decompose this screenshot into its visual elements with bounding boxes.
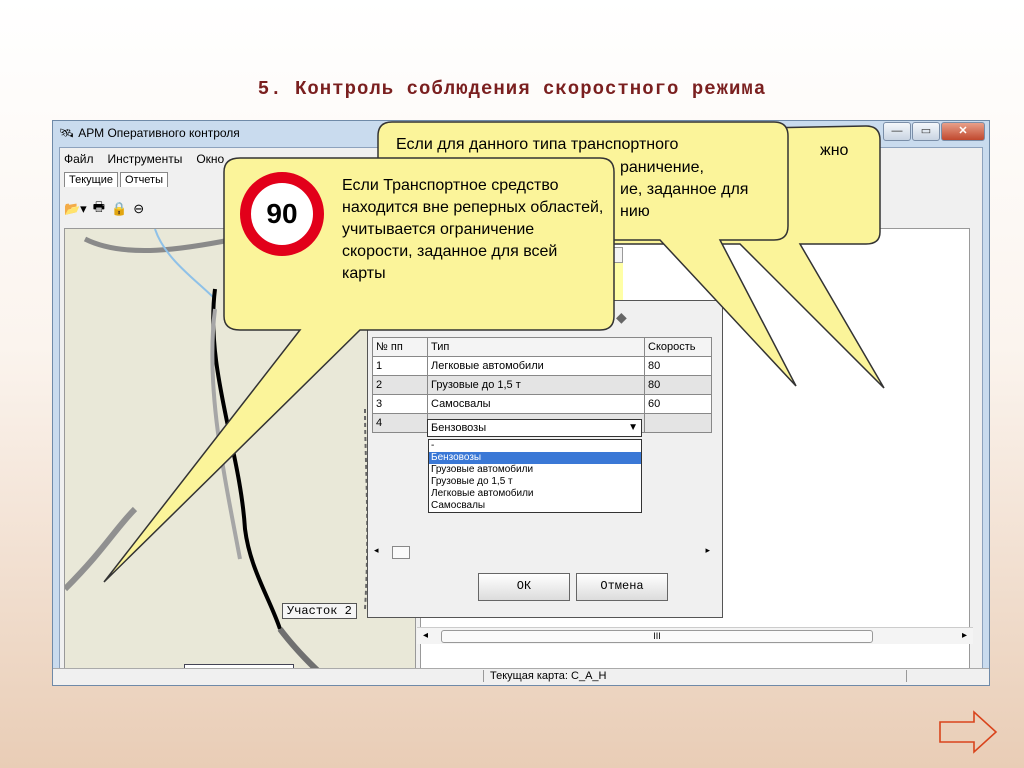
scroll-left-icon[interactable]: ◂ xyxy=(374,545,379,556)
menu-file[interactable]: Файл xyxy=(64,152,94,166)
window-controls: — ▭ ✕ xyxy=(883,122,985,141)
scroll-right-icon[interactable]: ▸ xyxy=(705,545,710,556)
eraser-icon[interactable]: ◆ xyxy=(616,309,627,326)
menubar: Файл Инструменты Окно xyxy=(64,152,224,166)
tab-current[interactable]: Текущие xyxy=(64,172,118,187)
scroll-thumb[interactable] xyxy=(392,546,410,559)
chevron-down-icon[interactable]: ▼ xyxy=(628,420,638,436)
callout-middle-line-2: раничение, xyxy=(620,159,704,176)
callout-middle-line-4: нию xyxy=(620,203,650,220)
next-slide-button[interactable] xyxy=(936,708,1000,758)
minimize-button[interactable]: — xyxy=(883,122,911,141)
zoom-out-icon[interactable]: ⊖ xyxy=(133,201,144,217)
table-row[interactable]: 2 Грузовые до 1,5 т 80 xyxy=(372,375,712,395)
tab-bar: Текущие Отчеты xyxy=(64,172,170,187)
print-icon[interactable]: 🖶 xyxy=(93,198,105,220)
col-speed: Скорость xyxy=(644,337,712,357)
close-button[interactable]: ✕ xyxy=(941,122,985,141)
dropdown-option[interactable]: Бензовозы xyxy=(429,452,641,464)
window-title: 🛰 АРМ Оперативного контроля xyxy=(59,126,240,140)
tab-reports[interactable]: Отчеты xyxy=(119,172,168,187)
toolbar: 📂▾ 🖶 🔒 ⊖ xyxy=(64,198,144,220)
callout-middle-line-3: ие, заданное для xyxy=(620,181,749,198)
vehicle-speed-dialog: ◆ № пп Тип Скорость 1 Легковые автомобил… xyxy=(367,300,723,618)
table-header: № пп Тип Скорость xyxy=(372,337,712,357)
slide-title: 5. Контроль соблюдения скоростного режим… xyxy=(257,78,767,100)
lock-icon[interactable]: 🔒 xyxy=(111,201,127,217)
map-roads xyxy=(65,229,369,677)
map-view[interactable]: Участок 2 xyxy=(64,228,416,678)
vehicle-type-dropdown: - Бензовозы Грузовые автомобили Грузовые… xyxy=(428,439,642,513)
callout-back-text: жно xyxy=(820,142,849,159)
dropdown-option[interactable]: Грузовые до 1,5 т xyxy=(429,476,641,488)
cancel-button[interactable]: Отмена xyxy=(576,573,668,601)
table-row[interactable]: 1 Легковые автомобили 80 xyxy=(372,356,712,376)
scroll-left-icon[interactable]: ◂ xyxy=(423,630,428,641)
status-bar: Текущая карта: С_А_Н xyxy=(53,668,989,685)
dropdown-option[interactable]: - xyxy=(429,440,641,452)
road-label: Участок 2 xyxy=(282,603,357,619)
open-folder-icon[interactable]: 📂▾ xyxy=(64,201,87,217)
menu-window[interactable]: Окно xyxy=(196,152,224,166)
scroll-right-icon[interactable]: ▸ xyxy=(962,630,967,641)
status-current-map: Текущая карта: С_А_Н xyxy=(483,670,907,682)
vehicle-type-combobox[interactable]: Бензовозы ▼ xyxy=(427,419,642,437)
menu-tools[interactable]: Инструменты xyxy=(108,152,183,166)
dropdown-option[interactable]: Самосвалы xyxy=(429,500,641,512)
right-scrollbar[interactable]: ◂ III ▸ xyxy=(417,627,973,644)
col-type: Тип xyxy=(427,337,645,357)
dropdown-option[interactable]: Легковые автомобили xyxy=(429,488,641,500)
scroll-thumb[interactable]: III xyxy=(441,630,873,643)
dialog-scrollbar[interactable]: ◂ ▸ xyxy=(372,545,712,559)
callout-front-text: Если Транспортное средство находится вне… xyxy=(342,177,604,282)
callout-middle-line-1: Если для данного типа транспортного xyxy=(396,136,679,153)
ok-button[interactable]: ОК xyxy=(478,573,570,601)
table-row[interactable]: 3 Самосвалы 60 xyxy=(372,394,712,414)
dropdown-option[interactable]: Грузовые автомобили xyxy=(429,464,641,476)
col-number: № пп xyxy=(372,337,428,357)
speed-limit-sign-icon: 90 xyxy=(240,172,324,256)
maximize-button[interactable]: ▭ xyxy=(912,122,940,141)
app-icon: 🛰 xyxy=(59,126,75,140)
